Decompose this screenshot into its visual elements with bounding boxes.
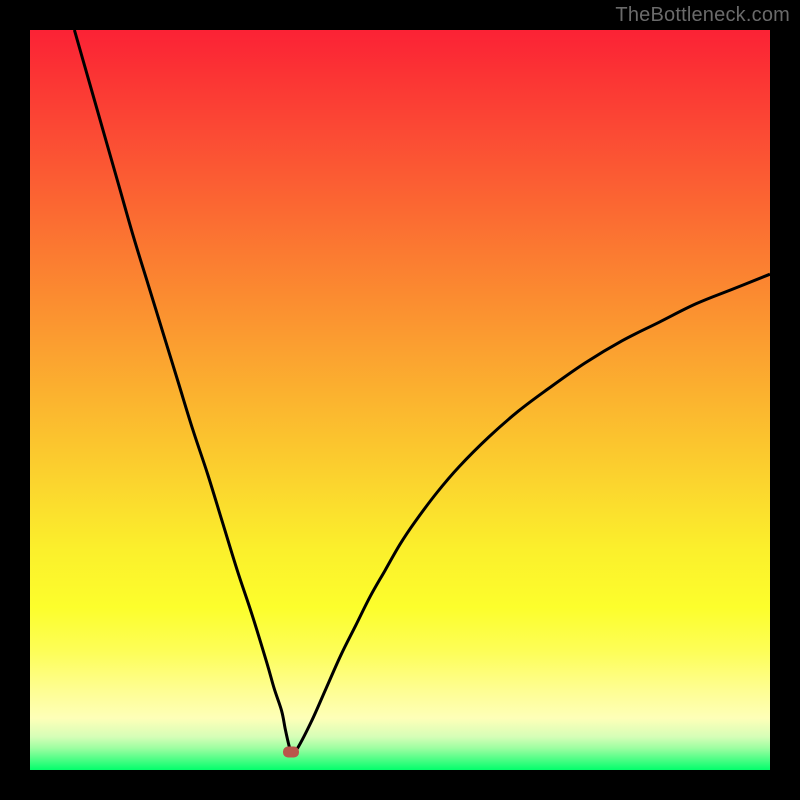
bottleneck-curve (30, 30, 770, 770)
chart-frame: TheBottleneck.com (0, 0, 800, 800)
watermark-label: TheBottleneck.com (615, 4, 790, 27)
plot-area (30, 30, 770, 770)
optimal-point-marker (283, 747, 299, 758)
